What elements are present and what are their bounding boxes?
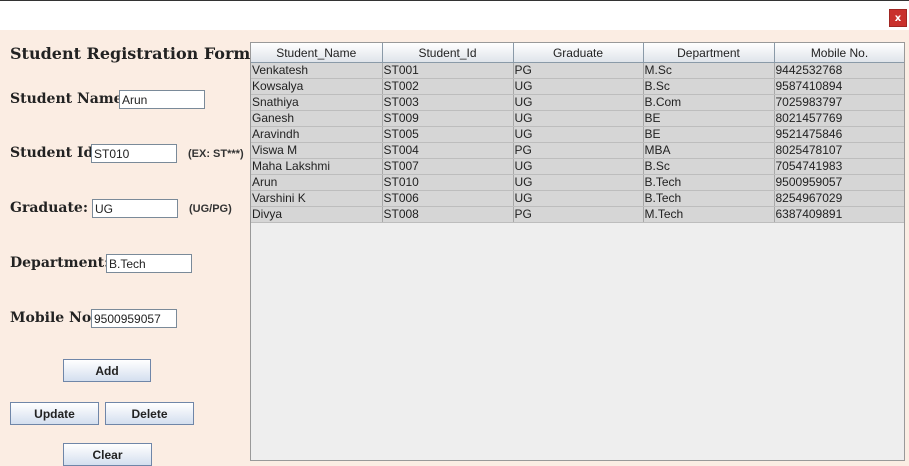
cell-graduate: UG	[513, 110, 644, 127]
table-row[interactable]: Aravindh ST005 UG BE 9521475846	[251, 126, 904, 143]
cell-department: B.Com	[643, 94, 775, 111]
cell-mobile: 8025478107	[774, 142, 904, 159]
cell-student-id: ST001	[382, 62, 514, 79]
cell-student-name: Ganesh	[251, 110, 383, 127]
mobile-input[interactable]: 9500959057	[91, 309, 177, 328]
cell-student-id: ST003	[382, 94, 514, 111]
cell-student-name: Arun	[251, 174, 383, 191]
table-row[interactable]: Viswa M ST004 PG MBA 8025478107	[251, 142, 904, 159]
cell-graduate: UG	[513, 158, 644, 175]
delete-button[interactable]: Delete	[105, 402, 194, 425]
cell-student-name: Varshini K	[251, 190, 383, 207]
column-header-graduate[interactable]: Graduate	[513, 43, 644, 63]
cell-student-name: Aravindh	[251, 126, 383, 143]
table-row[interactable]: Venkatesh ST001 PG M.Sc 9442532768	[251, 62, 904, 79]
table-row[interactable]: Ganesh ST009 UG BE 8021457769	[251, 110, 904, 127]
column-header-student-id[interactable]: Student_Id	[382, 43, 514, 63]
cell-student-name: Divya	[251, 206, 383, 223]
cell-student-id: ST006	[382, 190, 514, 207]
graduate-hint: (UG/PG)	[189, 203, 232, 215]
cell-department: B.Sc	[643, 78, 775, 95]
cell-department: MBA	[643, 142, 775, 159]
form-title: Student Registration Form	[10, 44, 251, 63]
cell-department: BE	[643, 110, 775, 127]
table-row[interactable]: Snathiya ST003 UG B.Com 7025983797	[251, 94, 904, 111]
department-label: Department:	[10, 255, 110, 271]
cell-department: B.Tech	[643, 190, 775, 207]
student-id-label: Student Id:	[10, 145, 99, 161]
cell-student-id: ST010	[382, 174, 514, 191]
mobile-label: Mobile No:	[10, 310, 97, 326]
cell-student-id: ST005	[382, 126, 514, 143]
cell-graduate: UG	[513, 174, 644, 191]
table-row[interactable]: Arun ST010 UG B.Tech 9500959057	[251, 174, 904, 191]
student-id-input[interactable]: ST010	[91, 144, 177, 163]
department-input[interactable]: B.Tech	[106, 254, 192, 273]
students-table-panel[interactable]: Student_Name Student_Id Graduate Departm…	[250, 42, 905, 461]
table-row[interactable]: Maha Lakshmi ST007 UG B.Sc 7054741983	[251, 158, 904, 175]
cell-graduate: UG	[513, 94, 644, 111]
cell-mobile: 8254967029	[774, 190, 904, 207]
cell-mobile: 8021457769	[774, 110, 904, 127]
cell-student-name: Maha Lakshmi	[251, 158, 383, 175]
cell-mobile: 6387409891	[774, 206, 904, 223]
cell-graduate: PG	[513, 206, 644, 223]
cell-graduate: PG	[513, 62, 644, 79]
cell-mobile: 9587410894	[774, 78, 904, 95]
cell-student-name: Venkatesh	[251, 62, 383, 79]
cell-mobile: 7054741983	[774, 158, 904, 175]
cell-student-id: ST007	[382, 158, 514, 175]
cell-student-name: Viswa M	[251, 142, 383, 159]
student-name-label: Student Name:	[10, 91, 128, 107]
cell-graduate: UG	[513, 78, 644, 95]
cell-student-id: ST002	[382, 78, 514, 95]
table-row[interactable]: Kowsalya ST002 UG B.Sc 9587410894	[251, 78, 904, 95]
student-id-hint: (EX: ST***)	[188, 148, 244, 160]
cell-student-id: ST004	[382, 142, 514, 159]
cell-department: B.Tech	[643, 174, 775, 191]
table-row[interactable]: Varshini K ST006 UG B.Tech 8254967029	[251, 190, 904, 207]
main-panel: Student Registration Form Student Name: …	[0, 30, 909, 466]
cell-graduate: PG	[513, 142, 644, 159]
column-header-student-name[interactable]: Student_Name	[251, 43, 383, 63]
students-table: Student_Name Student_Id Graduate Departm…	[251, 43, 904, 223]
table-row[interactable]: Divya ST008 PG M.Tech 6387409891	[251, 206, 904, 223]
cell-student-name: Snathiya	[251, 94, 383, 111]
close-button[interactable]: x	[889, 9, 907, 27]
cell-graduate: UG	[513, 126, 644, 143]
clear-button[interactable]: Clear	[63, 443, 152, 466]
cell-student-id: ST008	[382, 206, 514, 223]
update-button[interactable]: Update	[10, 402, 99, 425]
cell-department: M.Sc	[643, 62, 775, 79]
window-titlebar: x	[0, 0, 909, 30]
cell-student-name: Kowsalya	[251, 78, 383, 95]
graduate-input[interactable]: UG	[92, 199, 178, 218]
graduate-label: Graduate:	[10, 200, 88, 216]
column-header-department[interactable]: Department	[643, 43, 775, 63]
column-header-mobile[interactable]: Mobile No.	[774, 43, 904, 63]
cell-mobile: 9500959057	[774, 174, 904, 191]
table-header-row: Student_Name Student_Id Graduate Departm…	[251, 43, 904, 63]
cell-mobile: 9521475846	[774, 126, 904, 143]
add-button[interactable]: Add	[63, 359, 151, 382]
cell-graduate: UG	[513, 190, 644, 207]
cell-student-id: ST009	[382, 110, 514, 127]
cell-mobile: 7025983797	[774, 94, 904, 111]
student-name-input[interactable]: Arun	[119, 90, 205, 109]
cell-department: BE	[643, 126, 775, 143]
cell-mobile: 9442532768	[774, 62, 904, 79]
cell-department: B.Sc	[643, 158, 775, 175]
cell-department: M.Tech	[643, 206, 775, 223]
